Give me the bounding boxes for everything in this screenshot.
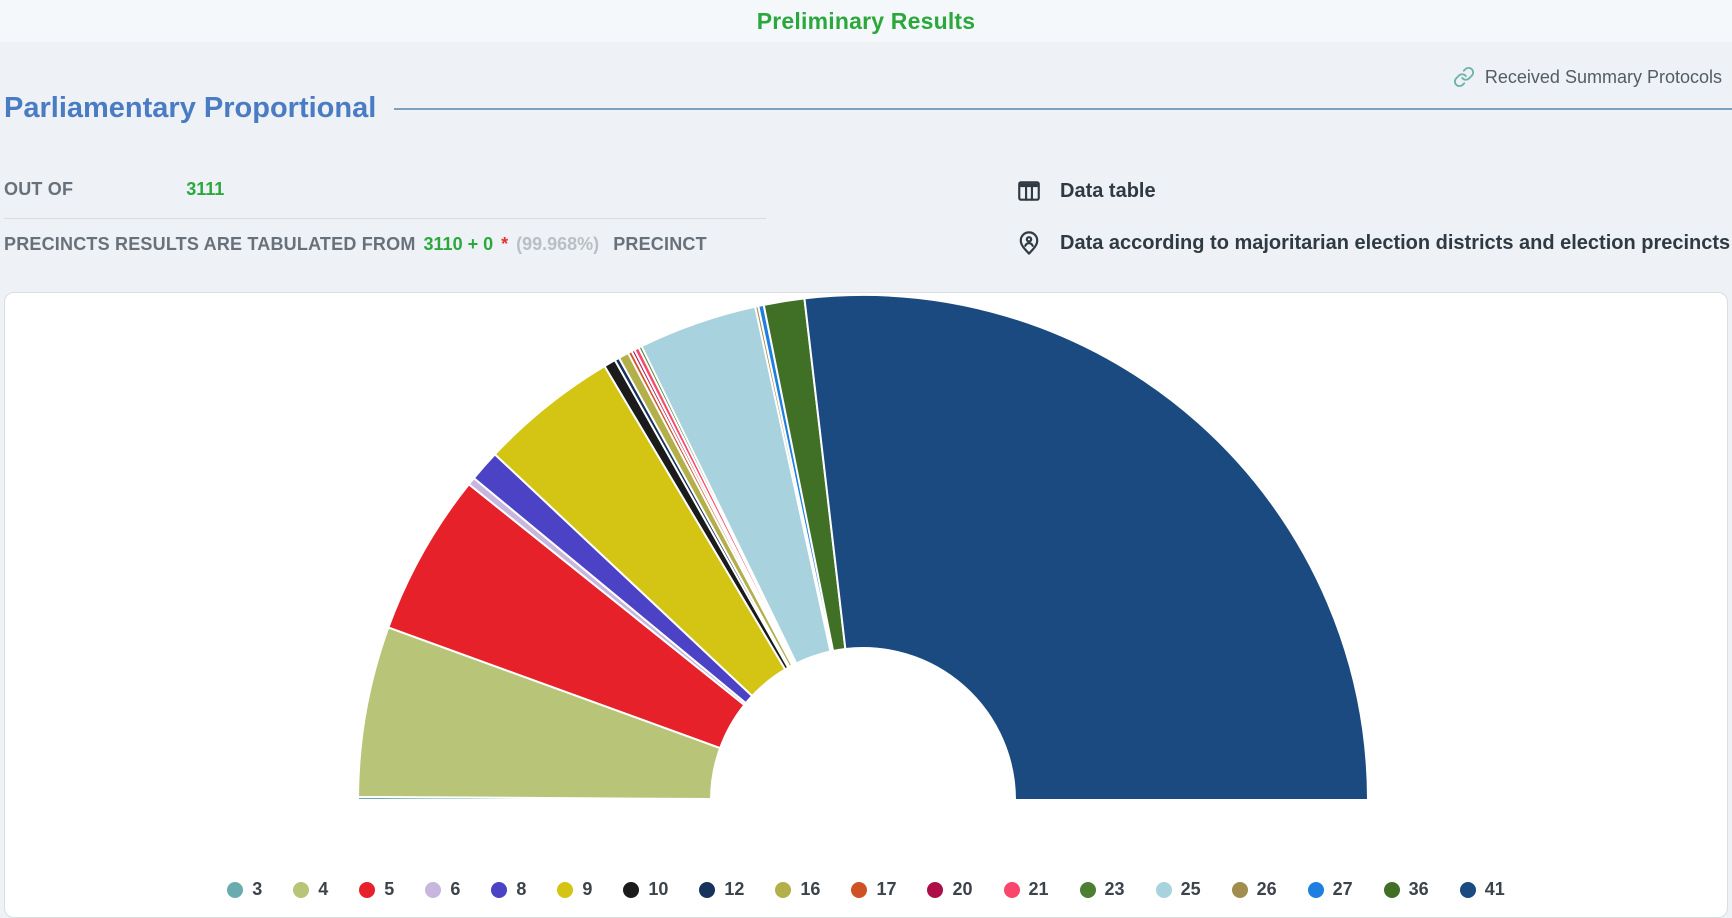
legend-item-5[interactable]: 5 <box>359 879 394 900</box>
legend-item-26[interactable]: 26 <box>1232 879 1277 900</box>
legend-swatch <box>359 882 375 898</box>
legend-swatch <box>293 882 309 898</box>
person-pin-icon <box>1016 230 1042 256</box>
legend-swatch <box>775 882 791 898</box>
data-table-label: Data table <box>1060 180 1156 203</box>
received-protocols-label: Received Summary Protocols <box>1485 67 1722 88</box>
section-title: Parliamentary Proportional <box>4 92 376 125</box>
legend-label: 8 <box>516 879 526 900</box>
tabulated-value: 3110 + 0 <box>424 234 494 255</box>
legend-item-4[interactable]: 4 <box>293 879 328 900</box>
tabulation-summary: OUT OF 3111 PRECINCTS RESULTS ARE TABULA… <box>4 176 766 255</box>
top-band: Preliminary Results <box>0 0 1732 42</box>
legend-swatch <box>491 882 507 898</box>
legend-label: 16 <box>800 879 820 900</box>
legend-item-17[interactable]: 17 <box>851 879 896 900</box>
legend-label: 9 <box>582 879 592 900</box>
legend-label: 3 <box>252 879 262 900</box>
legend-swatch <box>1308 882 1324 898</box>
legend-item-9[interactable]: 9 <box>557 879 592 900</box>
legend-item-8[interactable]: 8 <box>491 879 526 900</box>
out-of-label: OUT OF <box>4 179 73 200</box>
legend-label: 12 <box>724 879 744 900</box>
legend-label: 4 <box>318 879 328 900</box>
chart-legend: 3 4 5 6 8 9 10 12 16 17 20 21 23 25 26 27 36 41 <box>5 879 1727 900</box>
section-header: Parliamentary Proportional <box>4 92 1732 125</box>
legend-item-16[interactable]: 16 <box>775 879 820 900</box>
legend-label: 23 <box>1105 879 1125 900</box>
legend-label: 25 <box>1181 879 1201 900</box>
legend-swatch <box>1004 882 1020 898</box>
legend-label: 36 <box>1409 879 1429 900</box>
legend-swatch <box>623 882 639 898</box>
majoritarian-label: Data according to majoritarian election … <box>1060 232 1730 255</box>
table-icon <box>1016 178 1042 204</box>
legend-label: 26 <box>1257 879 1277 900</box>
legend-swatch <box>1232 882 1248 898</box>
legend-label: 27 <box>1333 879 1353 900</box>
legend-swatch <box>699 882 715 898</box>
tabulated-suffix: PRECINCT <box>613 234 707 255</box>
legend-swatch <box>927 882 943 898</box>
legend-item-23[interactable]: 23 <box>1080 879 1125 900</box>
legend-label: 41 <box>1485 879 1505 900</box>
half-donut-chart <box>5 293 1727 917</box>
legend-swatch <box>425 882 441 898</box>
link-icon <box>1453 66 1475 88</box>
legend-label: 5 <box>384 879 394 900</box>
legend-item-12[interactable]: 12 <box>699 879 744 900</box>
legend-item-25[interactable]: 25 <box>1156 879 1201 900</box>
legend-label: 10 <box>648 879 668 900</box>
legend-item-3[interactable]: 3 <box>227 879 262 900</box>
legend-swatch <box>557 882 573 898</box>
legend-swatch <box>227 882 243 898</box>
page-title: Preliminary Results <box>757 8 976 35</box>
quick-links: Data table Data according to majoritaria… <box>1016 176 1730 258</box>
legend-label: 20 <box>952 879 972 900</box>
tabulated-prefix: PRECINCTS RESULTS ARE TABULATED FROM <box>4 234 416 255</box>
summary-divider <box>4 218 766 219</box>
legend-item-10[interactable]: 10 <box>623 879 668 900</box>
results-chart-panel: 3 4 5 6 8 9 10 12 16 17 20 21 23 25 26 27 36 41 <box>4 292 1728 918</box>
legend-label: 21 <box>1029 879 1049 900</box>
legend-item-41[interactable]: 41 <box>1460 879 1505 900</box>
majoritarian-link[interactable]: Data according to majoritarian election … <box>1016 228 1730 258</box>
legend-swatch <box>1080 882 1096 898</box>
received-protocols-link[interactable]: Received Summary Protocols <box>1453 62 1722 92</box>
data-table-link[interactable]: Data table <box>1016 176 1730 206</box>
chart-slice-41[interactable] <box>804 295 1368 800</box>
tabulated-asterisk: * <box>501 234 508 255</box>
legend-item-27[interactable]: 27 <box>1308 879 1353 900</box>
legend-item-6[interactable]: 6 <box>425 879 460 900</box>
tabulated-percent: (99.968%) <box>516 234 599 255</box>
legend-swatch <box>1384 882 1400 898</box>
out-of-value: 3111 <box>186 179 224 200</box>
legend-label: 6 <box>450 879 460 900</box>
legend-item-36[interactable]: 36 <box>1384 879 1429 900</box>
legend-label: 17 <box>876 879 896 900</box>
legend-item-21[interactable]: 21 <box>1004 879 1049 900</box>
legend-swatch <box>1156 882 1172 898</box>
legend-swatch <box>851 882 867 898</box>
legend-swatch <box>1460 882 1476 898</box>
legend-item-20[interactable]: 20 <box>927 879 972 900</box>
section-divider <box>394 108 1732 110</box>
